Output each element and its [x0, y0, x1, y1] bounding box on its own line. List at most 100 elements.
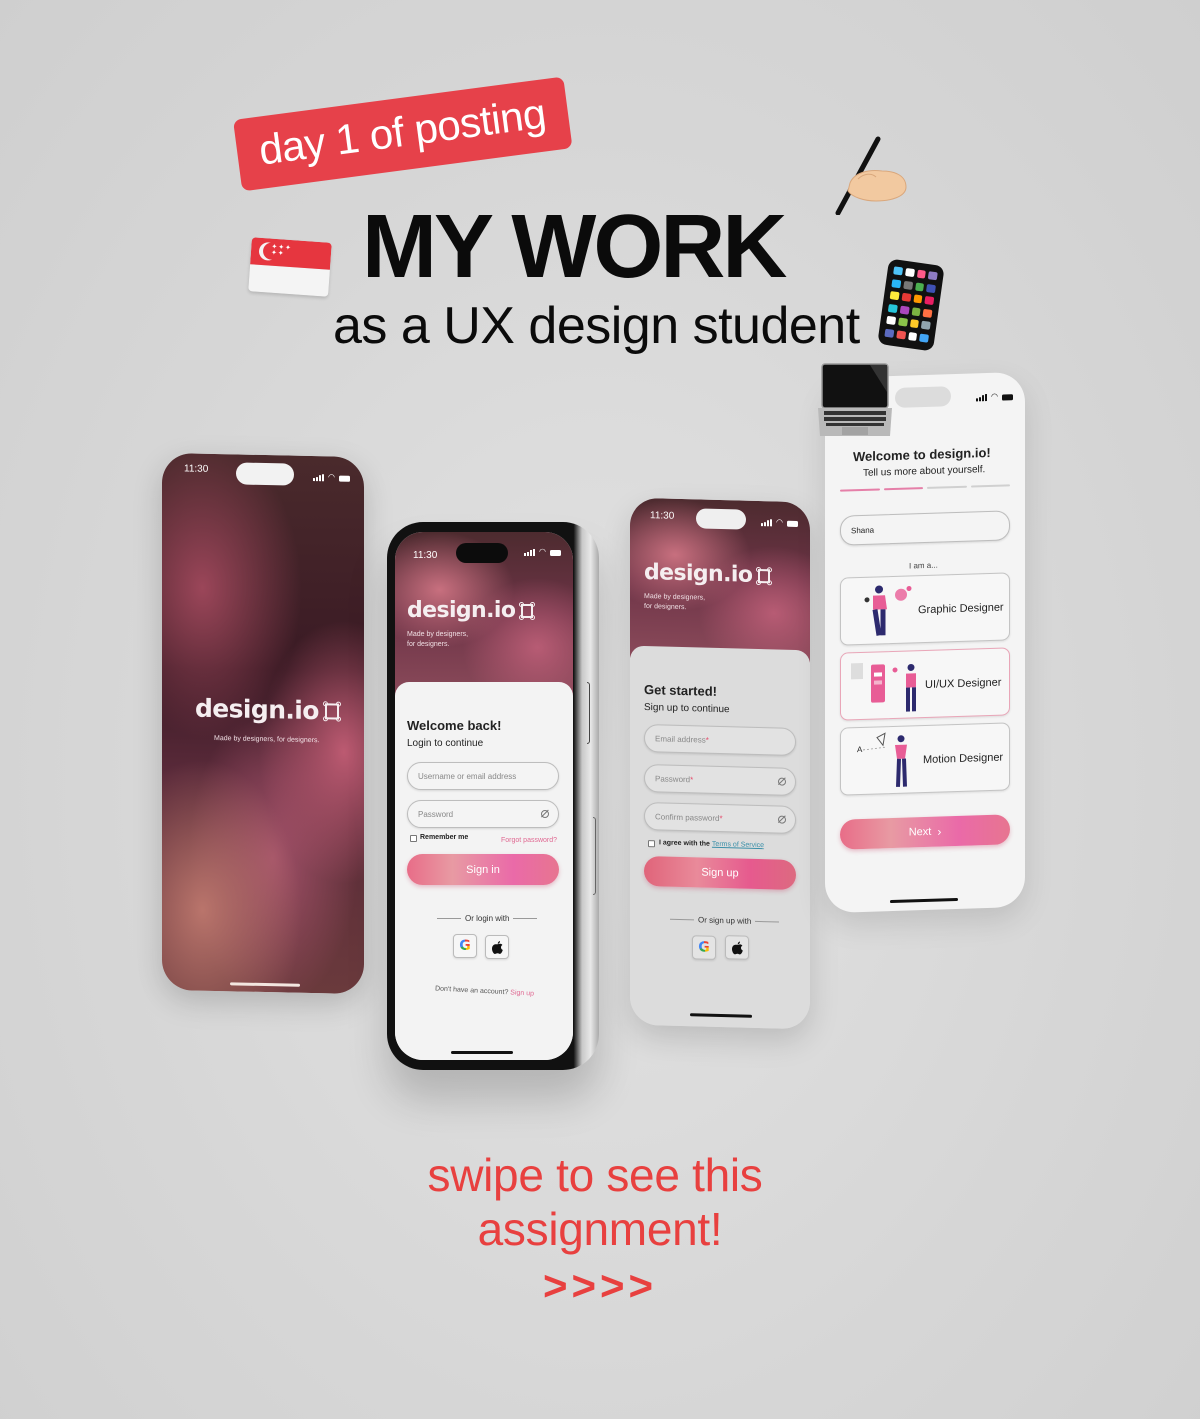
login-card: Welcome back! Login to continue Username… — [395, 682, 573, 1060]
frame-icon — [519, 601, 536, 620]
graphic-designer-illustration — [864, 585, 912, 636]
brand-name: design.io — [644, 560, 753, 588]
battery-icon — [787, 520, 798, 528]
home-indicator — [451, 1051, 513, 1054]
google-signup-button[interactable]: G — [692, 935, 716, 960]
progress-step — [883, 487, 923, 491]
google-login-button[interactable]: G — [453, 934, 477, 958]
home-indicator — [890, 897, 958, 904]
dynamic-island — [696, 508, 746, 530]
name-value: Shana — [851, 525, 875, 535]
role-card-uiux-designer[interactable]: UI/UX Designer — [840, 647, 1010, 721]
next-label: Next — [908, 825, 932, 839]
email-input[interactable]: Email address * — [644, 724, 796, 756]
confirm-password-input[interactable]: Confirm password * — [644, 802, 796, 834]
brand-name: design.io — [195, 693, 319, 726]
writing-hand-icon — [835, 136, 907, 215]
apple-login-button[interactable] — [485, 935, 509, 959]
divider-label: Or sign up with — [698, 915, 752, 926]
side-button — [593, 817, 596, 895]
login-divider: Or login with — [437, 914, 538, 923]
wifi-icon: ◠ — [991, 391, 998, 401]
tagline: Made by designers, for designers. — [644, 592, 705, 614]
no-account-text: Don't have an account? Sign up — [435, 985, 534, 997]
battery-icon — [1002, 394, 1013, 401]
agree-text: I agree with the Terms of Service — [659, 839, 764, 849]
svg-text:A: A — [857, 745, 863, 754]
divider-label: Or login with — [465, 914, 510, 923]
eye-off-icon[interactable] — [778, 815, 786, 824]
apple-signup-button[interactable] — [725, 935, 749, 960]
signup-divider: Or sign up with — [670, 915, 780, 927]
dynamic-island — [236, 462, 294, 486]
next-button[interactable]: Next › — [840, 814, 1010, 850]
motion-designer-illustration: A — [857, 732, 907, 787]
progress-step — [970, 484, 1010, 488]
mobile-phone-icon — [877, 258, 945, 352]
username-input[interactable]: Username or email address — [407, 762, 559, 790]
chevron-right-icon: › — [937, 824, 942, 839]
login-subtitle: Login to continue — [407, 738, 484, 749]
wifi-icon: ◠ — [539, 547, 546, 556]
terms-link[interactable]: Terms of Service — [712, 841, 764, 849]
sign-in-button[interactable]: Sign in — [407, 854, 559, 885]
tagline-line: for designers. — [407, 641, 450, 648]
singapore-flag-icon: ✦✦✦ ✦✦ — [248, 237, 332, 297]
status-time: 11:30 — [650, 510, 675, 522]
brand-logo: design.io — [644, 560, 773, 588]
username-placeholder: Username or email address — [418, 771, 517, 781]
agree-checkbox[interactable] — [648, 840, 655, 848]
no-account-label: Don't have an account? — [434, 985, 509, 997]
required-mark: * — [719, 813, 723, 823]
status-icons: ◠ — [976, 391, 1013, 402]
brand-logo: design.io — [195, 693, 341, 726]
progress-steps — [840, 484, 1010, 492]
signup-subtitle: Sign up to continue — [644, 702, 730, 716]
signal-icon — [976, 394, 988, 402]
progress-step — [927, 485, 967, 489]
page-subtitle: as a UX design student — [333, 297, 860, 355]
eye-off-icon[interactable] — [541, 810, 549, 818]
day-tag: day 1 of posting — [233, 76, 573, 192]
signup-title: Get started! — [644, 682, 717, 699]
required-mark: * — [705, 735, 709, 745]
splash-screen: 11:30 ◠ design.io Made by designers, for… — [162, 452, 364, 995]
battery-icon — [339, 475, 350, 482]
forgot-password-link[interactable]: Forgot password? — [501, 837, 557, 844]
role-card-graphic-designer[interactable]: Graphic Designer — [840, 572, 1010, 646]
onboarding-subtitle: Tell us more about yourself. — [863, 464, 986, 479]
onboarding-title: Welcome to design.io! — [853, 444, 991, 465]
password-input[interactable]: Password — [407, 800, 559, 828]
status-time: 11:30 — [413, 550, 438, 561]
sign-up-link[interactable]: Sign up — [510, 989, 534, 997]
cta-line-2: assignment! — [477, 1203, 723, 1255]
role-card-motion-designer[interactable]: A Motion Designer — [840, 722, 1010, 796]
wifi-icon: ◠ — [776, 517, 783, 527]
signal-icon — [313, 474, 325, 482]
role-label: Motion Designer — [923, 751, 1004, 767]
password-placeholder: Password — [655, 773, 691, 784]
apple-icon — [731, 941, 743, 954]
frame-icon — [322, 700, 341, 722]
status-time: 11:30 — [184, 463, 209, 475]
battery-icon — [550, 550, 561, 556]
cta-line-1: swipe to see this — [427, 1149, 763, 1201]
role-prompt: I am a... — [909, 560, 938, 571]
brand-name: design.io — [407, 598, 516, 623]
required-mark: * — [690, 774, 694, 784]
password-input[interactable]: Password * — [644, 764, 796, 796]
apple-icon — [491, 940, 503, 954]
remember-checkbox[interactable] — [410, 835, 417, 842]
laptop-icon — [818, 363, 892, 436]
login-screen: 11:30 ◠ design.io Made by designers, for… — [395, 532, 573, 1060]
google-icon: G — [698, 939, 710, 956]
status-icons: ◠ — [524, 548, 561, 556]
eye-off-icon[interactable] — [778, 777, 786, 786]
password-placeholder: Password — [418, 809, 454, 819]
frame-icon — [756, 566, 773, 585]
status-icons: ◠ — [313, 472, 350, 482]
tagline-line: Made by designers, — [407, 631, 469, 638]
name-input[interactable]: Shana — [840, 510, 1010, 546]
sign-up-button[interactable]: Sign up — [644, 856, 796, 890]
signal-icon — [524, 549, 536, 556]
